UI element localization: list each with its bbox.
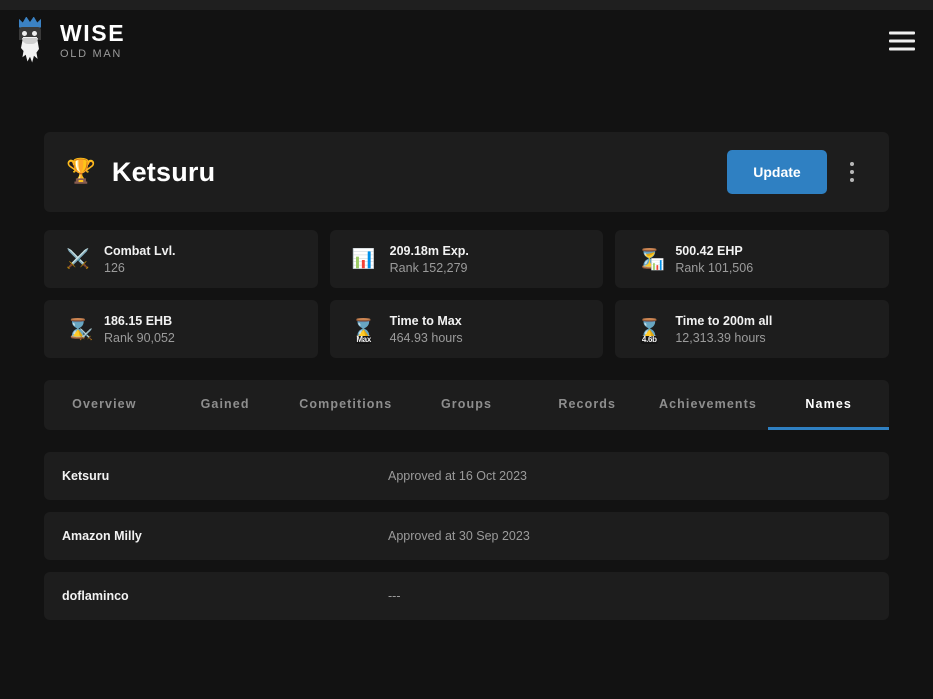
stat-overlay-glyph: 📊 (650, 258, 665, 271)
tab-competitions[interactable]: Competitions (285, 380, 406, 430)
logo-eye-right (32, 30, 37, 36)
crown-icon (19, 16, 41, 28)
kebab-dot-3 (850, 178, 854, 182)
update-button[interactable]: Update (727, 150, 827, 194)
names-list: Ketsuru Approved at 16 Oct 2023 Amazon Mil… (44, 452, 889, 620)
player-title-card: 🏆 Ketsuru Update (44, 132, 889, 212)
player-title-actions: Update (727, 150, 863, 194)
stat-card: ⚔️ Combat Lvl. 126 (44, 230, 318, 288)
bar-chart-icon: 📊 (352, 250, 376, 269)
stat-value: 126 (104, 260, 125, 275)
stat-text: 209.18m Exp. Rank 152,279 (390, 244, 469, 275)
trophy-icon: 🏆 (66, 158, 96, 185)
hamburger-menu-icon[interactable] (889, 31, 915, 50)
page-content: 🏆 Ketsuru Update ⚔️ Combat Lvl. 126 📊 209.18… (0, 132, 933, 620)
stat-glyph: ⚔️ (66, 248, 90, 270)
brand-logo[interactable]: WISE OLD MAN (10, 15, 125, 67)
stat-card: ⏳ 📊 500.42 EHP Rank 101,506 (615, 230, 889, 288)
brand-subtitle: OLD MAN (60, 47, 123, 60)
logo-moustache (22, 37, 38, 44)
hourglass-swords-icon: ⌛ ⚔️ (66, 320, 93, 341)
hamburger-bar-2 (889, 39, 915, 42)
stat-label: Time to 200m all (675, 313, 773, 328)
stat-text: Time to 200m all 12,313.39 hours (675, 314, 772, 345)
stat-text: Combat Lvl. 126 (104, 244, 176, 275)
browser-chrome-strip (0, 0, 933, 10)
tab-achievements[interactable]: Achievements (648, 380, 769, 430)
stat-badge: Max (355, 334, 372, 344)
stat-value: Rank 101,506 (675, 260, 754, 275)
tab-bar: Overview Gained Competitions Groups Records A… (44, 380, 890, 430)
name-approved-date: Approved at 30 Sep 2023 (388, 529, 530, 543)
stat-text: 186.15 EHB Rank 90,052 (104, 314, 175, 345)
kebab-dot-1 (850, 162, 854, 166)
name-approved-date: --- (388, 589, 401, 603)
name-row[interactable]: doflaminco --- (44, 572, 889, 620)
player-title-left: 🏆 Ketsuru (66, 157, 215, 188)
kebab-dot-2 (850, 170, 854, 174)
stat-card: ⌛ Max Time to Max 464.93 hours (329, 300, 604, 358)
brand-text: WISE OLD MAN (60, 19, 126, 60)
brand-title: WISE (60, 19, 126, 46)
stat-value: Rank 152,279 (389, 260, 468, 275)
page-title: Ketsuru (111, 156, 216, 187)
stat-card: ⌛ 4.6b Time to 200m all 12,313.39 hours (615, 300, 889, 358)
stat-label: 209.18m Exp. (389, 243, 469, 258)
hourglass-200m-icon: ⌛ 4.6b (637, 320, 661, 344)
name-row[interactable]: Ketsuru Approved at 16 Oct 2023 (44, 452, 889, 500)
tab-groups[interactable]: Groups (406, 380, 527, 430)
stat-card: 📊 209.18m Exp. Rank 152,279 (329, 230, 604, 288)
tab-records[interactable]: Records (527, 380, 648, 430)
stat-value: 12,313.39 hours (675, 330, 766, 345)
stat-text: 500.42 EHP Rank 101,506 (675, 244, 753, 275)
stat-value: Rank 90,052 (104, 330, 175, 345)
wizard-old-man-logo-icon (10, 15, 50, 67)
tab-overview[interactable]: Overview (44, 380, 165, 430)
hamburger-bar-3 (889, 47, 915, 50)
name-label: doflaminco (62, 589, 129, 603)
tab-names[interactable]: Names (768, 380, 890, 430)
stat-card: ⌛ ⚔️ 186.15 EHB Rank 90,052 (44, 300, 318, 358)
stats-grid: ⚔️ Combat Lvl. 126 📊 209.18m Exp. Rank 152,27… (44, 230, 889, 358)
name-approved-date: Approved at 16 Oct 2023 (388, 469, 527, 483)
hourglass-chart-icon: ⏳ 📊 (637, 250, 664, 271)
hourglass-max-icon: ⌛ Max (352, 320, 376, 344)
stat-label: 186.15 EHB (104, 313, 173, 328)
stat-glyph: 📊 (351, 248, 376, 270)
site-header: WISE OLD MAN (0, 10, 933, 71)
stat-label: Time to Max (389, 313, 462, 328)
stat-label: 500.42 EHP (675, 243, 743, 258)
name-label: Ketsuru (62, 469, 110, 483)
stat-badge: 4.6b (640, 334, 658, 344)
crossed-swords-icon: ⚔️ (66, 250, 90, 269)
name-label: Amazon Milly (62, 529, 142, 543)
stat-overlay-glyph: ⚔️ (79, 328, 93, 341)
stat-text: Time to Max 464.93 hours (390, 314, 463, 345)
name-row[interactable]: Amazon Milly Approved at 30 Sep 2023 (44, 512, 889, 560)
stat-label: Combat Lvl. (104, 243, 176, 258)
logo-eye-left (22, 30, 27, 36)
hamburger-bar-1 (889, 31, 915, 34)
kebab-menu-icon[interactable] (841, 157, 863, 187)
stat-value: 464.93 hours (389, 330, 463, 345)
tab-gained[interactable]: Gained (165, 380, 286, 430)
